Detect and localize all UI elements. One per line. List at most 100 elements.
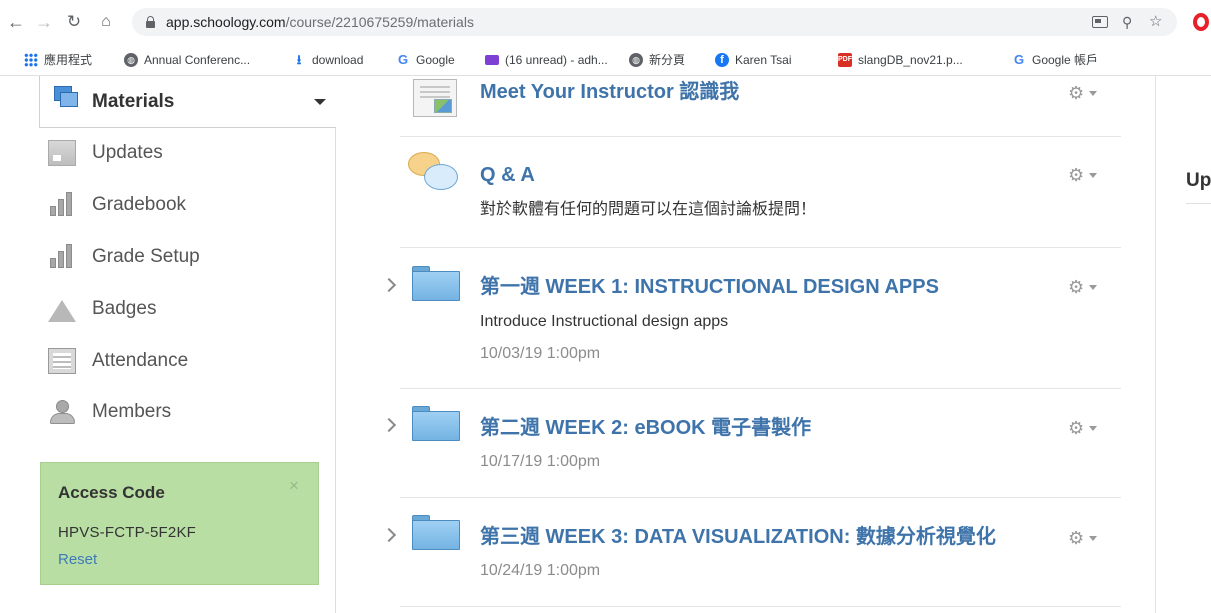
attendance-icon (48, 348, 76, 374)
sidebar-item-label: Badges (92, 298, 157, 319)
chevron-right-icon[interactable] (381, 277, 397, 293)
browser-toolbar: ← → ↻ ⌂ app.schoology.com/course/2210675… (0, 0, 1211, 44)
bookmark-mail[interactable]: (16 unread) - adh... (485, 52, 608, 68)
materials-icon (54, 86, 78, 108)
zoom-icon[interactable]: ⚲ (1122, 14, 1132, 30)
bookmark-slangdb-pdf[interactable]: PDF slangDB_nov21.p... (838, 52, 963, 68)
sidebar-item-attendance[interactable]: Attendance (46, 342, 326, 382)
close-icon[interactable]: × (289, 477, 299, 495)
sidebar-divider (335, 76, 336, 613)
gear-icon[interactable]: ⚙ (1068, 166, 1104, 184)
sidebar-item-label: Updates (92, 142, 163, 163)
google-icon: G (397, 51, 409, 67)
chevron-down-icon[interactable] (314, 99, 326, 105)
row-divider (400, 606, 1121, 607)
cast-icon[interactable] (1092, 16, 1108, 28)
sidebar-item-grade-setup[interactable]: Grade Setup (46, 238, 326, 278)
material-title-link[interactable]: 第三週 WEEK 3: DATA VISUALIZATION: 數據分析視覺化 (480, 525, 996, 549)
bookmark-karen-tsai[interactable]: f Karen Tsai (715, 52, 791, 68)
sidebar-item-members[interactable]: Members (46, 393, 326, 433)
reset-link[interactable]: Reset (58, 551, 97, 569)
page-icon (413, 79, 457, 117)
right-panel-divider (1186, 203, 1211, 204)
gradebook-icon (48, 192, 76, 218)
material-date: 10/03/19 1:00pm (480, 345, 601, 362)
updates-icon (48, 140, 76, 166)
download-icon: ⭳ (296, 51, 302, 67)
bookmark-google-account[interactable]: G Google 帳戶 (1012, 52, 1098, 68)
url-path: /course/2210675259/materials (285, 14, 474, 30)
bookmark-download[interactable]: ⭳ download (292, 51, 364, 68)
right-panel-heading: Up (1186, 170, 1211, 191)
materials-label: Materials (92, 91, 175, 112)
bookmark-label: download (312, 53, 364, 67)
bookmark-label: Karen Tsai (735, 53, 792, 67)
sidebar-item-label: Members (92, 401, 172, 422)
bookmark-star-icon[interactable]: ☆ (1149, 14, 1162, 30)
material-title-link[interactable]: Q & A (480, 163, 535, 187)
material-row-meet-instructor: Meet Your Instructor 認識我 ⚙ (378, 76, 1128, 136)
bookmarks-bar: 應用程式 ◍ Annual Conferenc... ⭳ download G Goo… (0, 44, 1211, 76)
material-date: 10/17/19 1:00pm (480, 453, 601, 470)
reload-icon[interactable]: ↻ (64, 12, 84, 32)
material-date: 10/24/19 1:00pm (480, 562, 601, 579)
url-host: app.schoology.com (166, 14, 286, 30)
bookmark-apps[interactable]: 應用程式 (24, 52, 92, 68)
mail-icon (485, 54, 499, 65)
globe-icon: ◍ (629, 52, 643, 67)
bookmark-label: 應用程式 (44, 53, 93, 67)
google-icon: G (1013, 51, 1025, 67)
sidebar-item-label: Grade Setup (92, 246, 200, 267)
back-arrow-icon[interactable]: ← (6, 12, 26, 32)
access-code-title: Access Code (58, 483, 165, 502)
gear-icon[interactable]: ⚙ (1068, 419, 1104, 437)
gear-icon[interactable]: ⚙ (1068, 84, 1104, 102)
material-row-week-3: 第三週 WEEK 3: DATA VISUALIZATION: 數據分析視覺化 … (378, 498, 1128, 606)
address-bar[interactable]: app.schoology.com/course/2210675259/mate… (132, 8, 1177, 36)
bookmark-label: Google (416, 53, 455, 67)
members-icon (48, 399, 76, 425)
pdf-icon: PDF (838, 52, 852, 67)
apps-grid-icon (24, 52, 38, 67)
content-right-border (1155, 76, 1156, 613)
sidebar-item-updates[interactable]: Updates (46, 134, 326, 174)
home-icon[interactable]: ⌂ (96, 12, 116, 32)
sidebar-item-gradebook[interactable]: Gradebook (46, 186, 326, 226)
chevron-right-icon[interactable] (381, 417, 397, 433)
bookmark-label: 新分頁 (649, 53, 686, 67)
access-code-panel: Access Code × HPVS-FCTP-5F2KF Reset (40, 462, 319, 585)
folder-icon (412, 266, 460, 302)
gear-icon[interactable]: ⚙ (1068, 529, 1104, 547)
material-description: Introduce Instructional design apps (480, 313, 729, 330)
material-title-link[interactable]: 第二週 WEEK 2: eBOOK 電子書製作 (480, 416, 811, 440)
forward-arrow-icon[interactable]: → (34, 12, 54, 32)
material-title-link[interactable]: Meet Your Instructor 認識我 (480, 80, 739, 104)
bookmark-annual-conference[interactable]: ◍ Annual Conferenc... (124, 52, 250, 68)
bookmark-new-tab[interactable]: ◍ 新分頁 (629, 52, 685, 68)
material-row-week-2: 第二週 WEEK 2: eBOOK 電子書製作 10/17/19 1:00pm … (378, 389, 1128, 497)
material-title-link[interactable]: 第一週 WEEK 1: INSTRUCTIONAL DESIGN APPS (480, 275, 939, 299)
bookmark-label: Annual Conferenc... (144, 53, 251, 67)
bookmark-google[interactable]: G Google (396, 52, 455, 68)
material-description: 對於軟體有任何的問題可以在這個討論板提問！ (480, 201, 817, 218)
lock-icon[interactable] (146, 16, 155, 28)
grade-setup-icon (48, 244, 76, 270)
folder-icon (412, 515, 460, 551)
bookmark-label: slangDB_nov21.p... (858, 53, 963, 67)
discussion-icon (408, 152, 464, 198)
sidebar-item-badges[interactable]: Badges (46, 290, 326, 330)
material-row-qa: Q & A 對於軟體有任何的問題可以在這個討論板提問！ ⚙ (378, 137, 1128, 247)
chevron-right-icon[interactable] (381, 527, 397, 543)
material-row-week-1: 第一週 WEEK 1: INSTRUCTIONAL DESIGN APPS In… (378, 248, 1128, 388)
sidebar-item-label: Attendance (92, 350, 189, 371)
gear-icon[interactable]: ⚙ (1068, 278, 1104, 296)
url-text[interactable]: app.schoology.com/course/2210675259/mate… (166, 14, 474, 30)
sidebar-item-materials[interactable]: Materials (39, 76, 336, 128)
facebook-icon: f (715, 52, 729, 67)
sidebar-item-label: Gradebook (92, 194, 187, 215)
badge-icon (48, 300, 76, 322)
bookmark-label: Google 帳戶 (1032, 53, 1099, 67)
opera-extension-icon[interactable] (1193, 13, 1209, 31)
bookmark-label: (16 unread) - adh... (505, 53, 608, 67)
folder-icon (412, 406, 460, 442)
